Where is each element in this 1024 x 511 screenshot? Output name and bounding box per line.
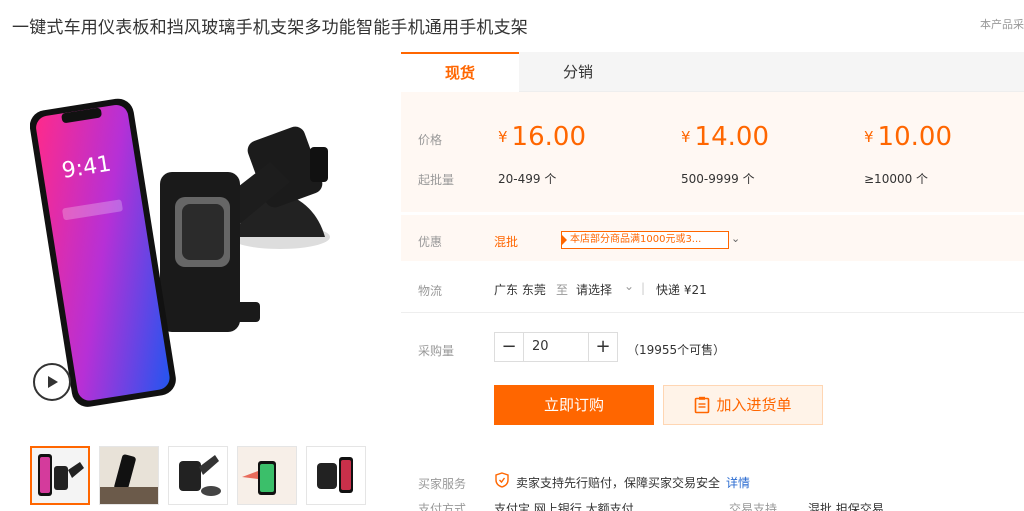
price-value: 14.00	[694, 122, 769, 152]
price-value: 16.00	[511, 122, 586, 152]
promo-label: 优惠	[418, 235, 443, 249]
order-now-button[interactable]: 立即订购	[494, 385, 654, 425]
price-panel: 价格 起批量 ¥16.00 20-499 个 ¥14.00 500-9999 个…	[401, 92, 1024, 212]
trade-support-label: 交易支持	[729, 502, 778, 511]
play-icon	[48, 376, 58, 388]
service-text: 卖家支持先行赔付，保障买家交易安全	[516, 476, 721, 490]
mixed-batch-tag: 混批	[494, 235, 519, 249]
to-label: 至	[556, 283, 569, 297]
promo-panel: 优惠 混批 本店部分商品满1000元或3... ⌄	[401, 215, 1024, 261]
qty-tier-3: ≥10000 个	[864, 172, 929, 186]
thumbnail-strip	[30, 446, 366, 505]
chevron-down-icon[interactable]: ⌄	[731, 232, 740, 245]
logistics-label: 物流	[418, 284, 443, 298]
shipping-method: 快递 ¥21	[656, 283, 707, 297]
min-qty-label: 起批量	[418, 173, 455, 187]
thumbnail-4[interactable]	[237, 446, 297, 505]
price-tier-2: ¥14.00	[681, 122, 769, 152]
play-video-button[interactable]	[33, 363, 71, 401]
thumbnail-1[interactable]	[30, 446, 90, 505]
payment-methods: 支付宝 网上银行 大额支付	[494, 502, 634, 511]
increase-button[interactable]: +	[589, 333, 617, 361]
quantity-input[interactable]: 20	[523, 333, 589, 361]
tab-distribution[interactable]: 分销	[519, 52, 637, 92]
add-to-list-label: 加入进货单	[716, 396, 792, 414]
qty-tier-1: 20-499 个	[498, 172, 557, 186]
clipboard-icon	[695, 396, 710, 414]
available-stock: （19955个可售）	[627, 343, 726, 357]
product-title: 一键式车用仪表板和挡风玻璃手机支架多功能智能手机通用手机支架	[12, 18, 528, 38]
top-note: 本产品采	[980, 18, 1024, 31]
chevron-down-icon[interactable]: ⌄	[624, 279, 634, 293]
purchase-qty-label: 采购量	[418, 344, 455, 358]
price-tier-3: ¥10.00	[864, 122, 952, 152]
thumbnail-3[interactable]	[168, 446, 228, 505]
buyer-service-label: 买家服务	[418, 477, 467, 491]
destination-select[interactable]: 请选择	[576, 281, 612, 298]
thumbnail-5[interactable]	[306, 446, 366, 505]
qty-tier-2: 500-9999 个	[681, 172, 755, 186]
trade-support-value: 混批 担保交易	[808, 502, 884, 511]
thumbnail-2[interactable]	[99, 446, 159, 505]
decrease-button[interactable]: −	[495, 333, 523, 361]
coupon-badge[interactable]: 本店部分商品满1000元或3...	[561, 231, 729, 249]
origin-location: 广东 东莞	[494, 283, 546, 297]
price-value: 10.00	[877, 122, 952, 152]
quantity-stepper: − 20 +	[494, 332, 618, 362]
add-to-purchase-list-button[interactable]: 加入进货单	[663, 385, 823, 425]
payment-label: 支付方式	[418, 502, 467, 511]
shield-icon	[495, 472, 509, 488]
tab-spot[interactable]: 现货	[401, 52, 519, 92]
service-details-link[interactable]: 详情	[726, 474, 750, 491]
divider	[401, 312, 1024, 313]
currency-symbol: ¥	[681, 128, 691, 146]
purchase-tabs: 现货 分销	[401, 52, 1024, 92]
main-product-image[interactable]: 9:41	[30, 52, 370, 432]
currency-symbol: ¥	[864, 128, 874, 146]
price-tier-1: ¥16.00	[498, 122, 586, 152]
separator: |	[641, 281, 646, 295]
price-label: 价格	[418, 133, 443, 147]
currency-symbol: ¥	[498, 128, 508, 146]
